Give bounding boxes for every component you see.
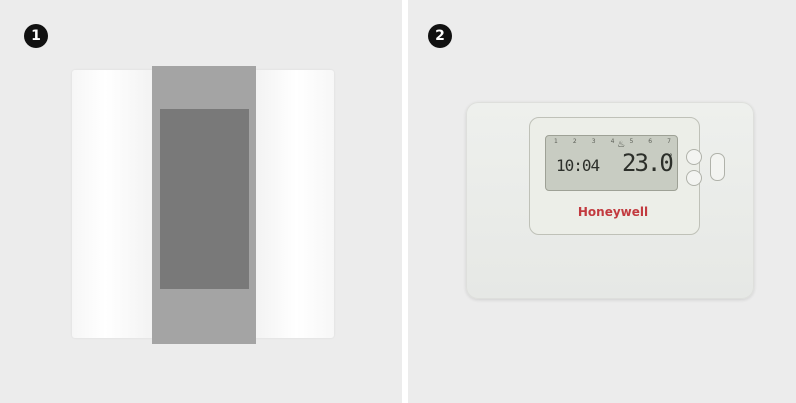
day-label: 1 [554, 138, 558, 145]
temperature-up-button[interactable] [686, 149, 702, 165]
temperature-down-button[interactable] [686, 170, 702, 186]
lcd-temperature: 23.0 [622, 149, 674, 177]
thermostat-photo-1: 1 [0, 0, 402, 403]
day-label: 5 [629, 138, 634, 145]
mode-button[interactable] [710, 153, 725, 181]
lcd-time: 10:04 [556, 156, 600, 175]
day-label: 3 [591, 138, 596, 145]
thermostat-right-side [250, 70, 334, 338]
lcd-screen: 1 2 3 4 5 6 7 ♨ 10:04 23.0 ° [545, 135, 678, 191]
thermostat-photo-2: 2 1 2 3 4 5 6 7 ♨ 10:04 23.0 ° Honeywell [408, 0, 796, 403]
day-indicator-row: 1 2 3 4 5 6 7 [554, 138, 671, 145]
number-badge-1: 1 [24, 24, 48, 48]
square-thermostat [72, 66, 334, 344]
day-label: 6 [648, 138, 653, 145]
thermostat-display [160, 109, 249, 289]
brand-logo: Honeywell [577, 205, 649, 219]
day-label: 2 [572, 138, 577, 145]
thermostat-left-side [72, 70, 156, 338]
day-label: 4 [610, 138, 615, 145]
day-label: 7 [667, 138, 671, 145]
degree-icon: ° [669, 153, 673, 161]
number-badge-2: 2 [428, 24, 452, 48]
